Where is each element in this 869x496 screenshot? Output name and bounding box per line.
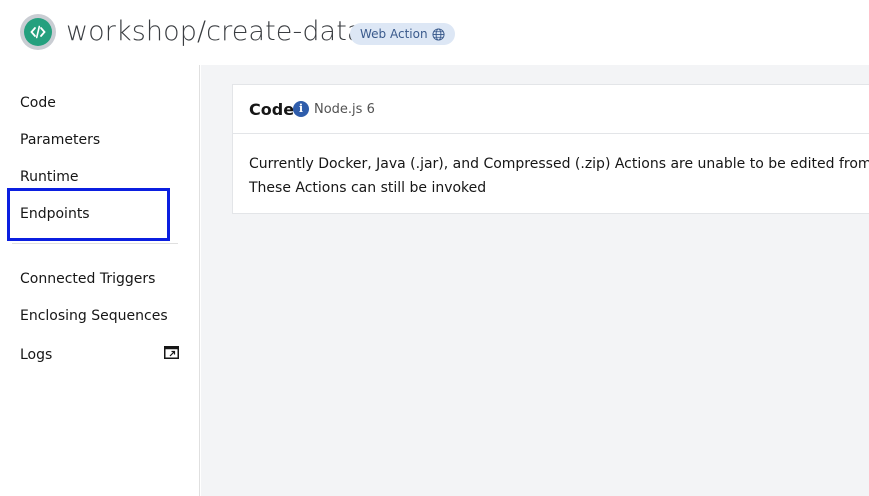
badge-label: Web Action <box>360 27 428 41</box>
message-line: Currently Docker, Java (.jar), and Compr… <box>249 156 869 172</box>
main-content: Code i Node.js 6 Currently Docker, Java … <box>201 65 869 496</box>
sidebar-item-parameters[interactable]: Parameters <box>20 131 100 149</box>
runtime-label: Node.js 6 <box>314 102 375 117</box>
external-link-icon[interactable] <box>164 346 179 359</box>
sidebar-item-logs[interactable]: Logs <box>20 346 52 364</box>
sidebar-item-connected-triggers[interactable]: Connected Triggers <box>20 270 155 288</box>
sidebar-item-runtime[interactable]: Runtime <box>20 168 78 186</box>
selection-highlight <box>7 188 170 241</box>
globe-icon <box>432 27 445 41</box>
message-line: These Actions can still be invoked <box>249 180 487 196</box>
code-panel: Code i Node.js 6 Currently Docker, Java … <box>232 84 869 214</box>
page-title: workshop/create-data <box>66 16 364 47</box>
sidebar: Code Parameters Runtime Endpoints Connec… <box>0 65 200 496</box>
info-icon[interactable]: i <box>293 101 309 117</box>
code-panel-header: Code i Node.js 6 <box>233 85 869 134</box>
web-action-badge: Web Action <box>350 23 455 45</box>
code-panel-message: Currently Docker, Java (.jar), and Compr… <box>249 152 869 200</box>
sidebar-item-code[interactable]: Code <box>20 94 56 112</box>
code-panel-title: Code <box>249 100 295 119</box>
sidebar-divider <box>12 243 178 244</box>
sidebar-item-enclosing-sequences[interactable]: Enclosing Sequences <box>20 307 168 325</box>
action-icon <box>20 14 56 50</box>
page-header: workshop/create-data Web Action <box>0 0 869 65</box>
